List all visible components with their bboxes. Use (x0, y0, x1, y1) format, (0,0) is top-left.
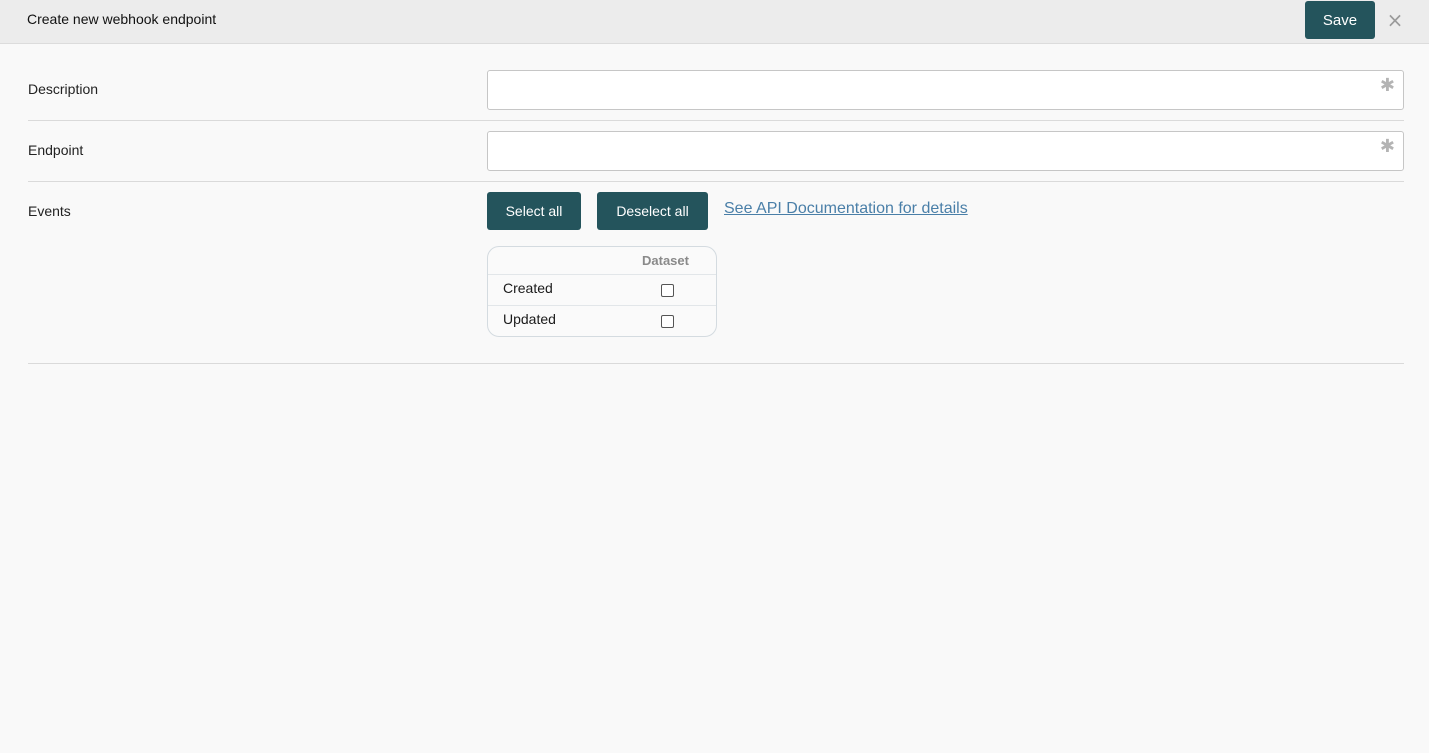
deselect-all-button[interactable]: Deselect all (597, 192, 708, 230)
select-all-button[interactable]: Select all (487, 192, 581, 230)
description-label: Description (28, 81, 99, 97)
api-documentation-link[interactable]: See API Documentation for details (724, 200, 968, 218)
description-input[interactable] (488, 71, 1403, 109)
table-row: Updated (488, 306, 716, 336)
dialog-header: Create new webhook endpoint Save × (0, 0, 1429, 44)
updated-dataset-checkbox[interactable] (661, 315, 674, 328)
event-label-created: Created (503, 280, 553, 296)
required-icon: ✱ (1379, 136, 1395, 157)
divider (28, 363, 1404, 364)
dialog-title: Create new webhook endpoint (27, 11, 217, 27)
endpoint-field-wrapper: ✱ (487, 131, 1404, 171)
events-table: Dataset Created Updated (487, 246, 717, 337)
endpoint-input[interactable] (488, 132, 1403, 170)
save-button[interactable]: Save (1305, 1, 1375, 39)
table-row: Created (488, 275, 716, 306)
events-label: Events (28, 203, 71, 219)
required-icon: ✱ (1379, 75, 1395, 96)
column-header-dataset: Dataset (642, 253, 689, 268)
event-label-updated: Updated (503, 311, 556, 327)
table-header: Dataset (488, 247, 716, 275)
close-icon[interactable]: × (1385, 9, 1405, 31)
endpoint-label: Endpoint (28, 142, 84, 158)
divider (28, 120, 1404, 121)
description-field-wrapper: ✱ (487, 70, 1404, 110)
divider (28, 181, 1404, 182)
created-dataset-checkbox[interactable] (661, 284, 674, 297)
